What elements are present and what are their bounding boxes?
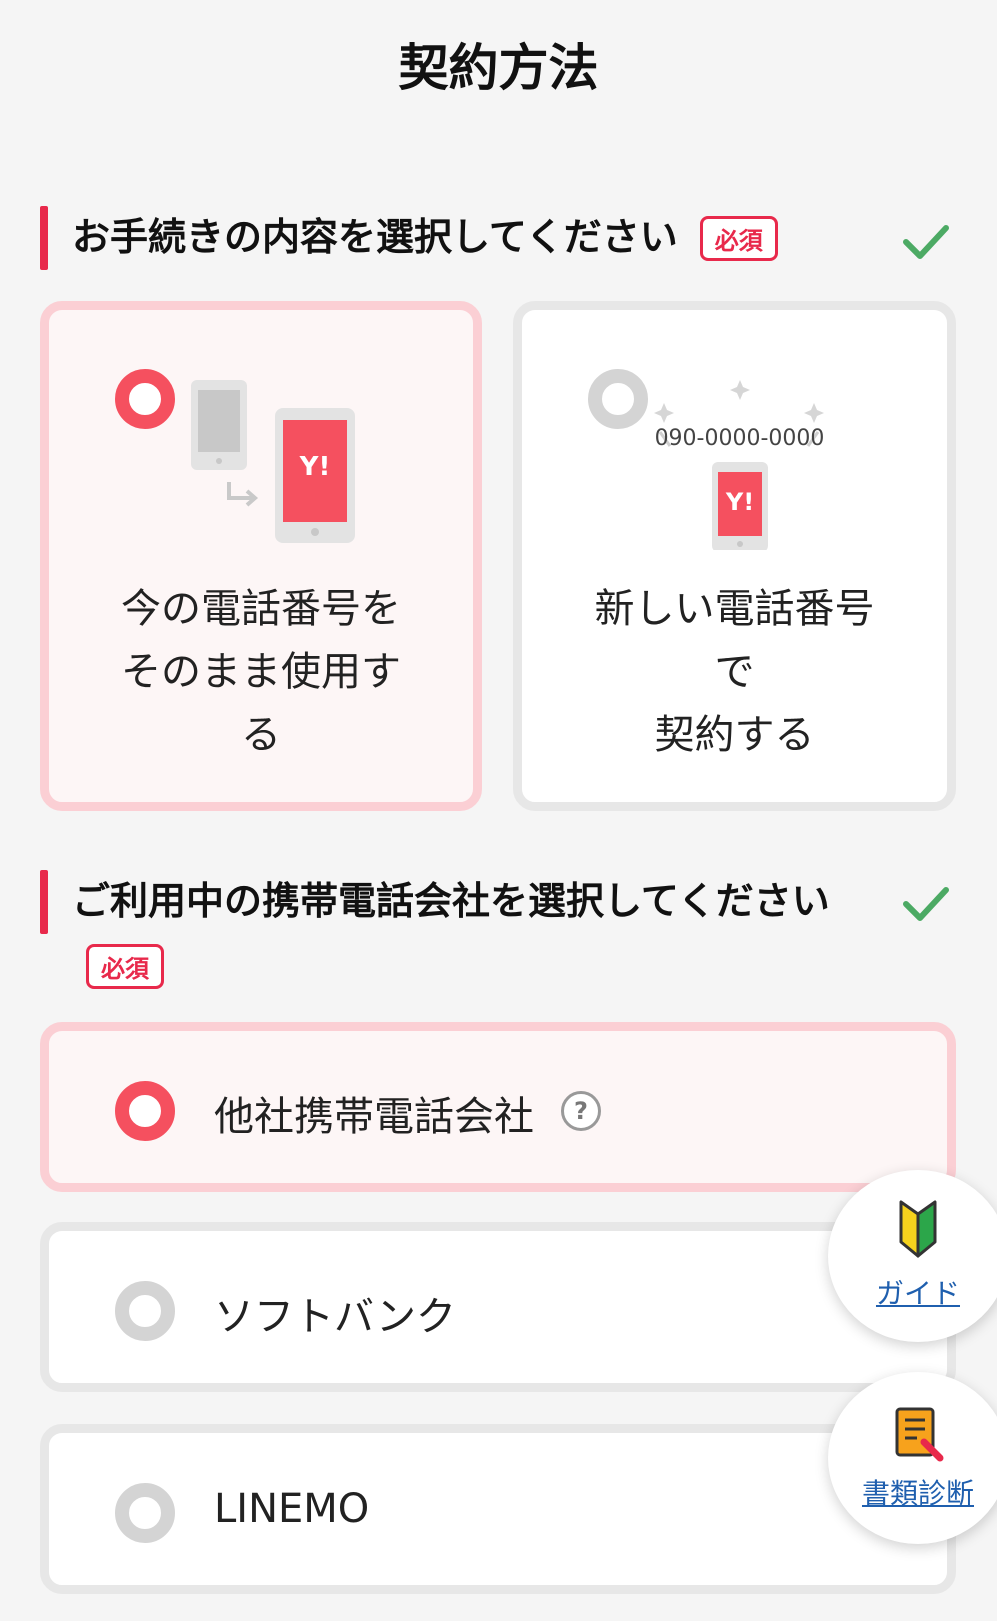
carrier-option-other[interactable]: 他社携帯電話会社 ? <box>40 1022 956 1192</box>
new-number-illustration <box>654 380 824 550</box>
carrier-option-linemo[interactable]: LINEMO <box>40 1424 956 1594</box>
section-header-procedure: お手続きの内容を選択してください 必須 <box>40 206 778 270</box>
document-check-label: 書類診断 <box>861 1477 974 1510</box>
section-title-carrier: ご利用中の携帯電話会社を選択してください <box>72 879 830 924</box>
option-new-number[interactable]: 090-0000-0000 Y! 新しい電話番号 で 契約する <box>513 301 956 811</box>
phone-number-sample: 090-0000-0000 <box>654 426 825 451</box>
option-keep-number[interactable]: Y! 今の電話番号を そのまま使用す る <box>40 301 482 811</box>
beginner-mark-icon <box>899 1200 937 1258</box>
section-title-procedure: お手続きの内容を選択してください <box>72 215 678 260</box>
radio-unselected[interactable] <box>588 369 648 429</box>
radio-selected[interactable] <box>115 1081 175 1141</box>
radio-unselected[interactable] <box>115 1483 175 1543</box>
check-icon <box>903 887 949 921</box>
required-badge: 必須 <box>86 944 164 989</box>
carrier-label: ソフトバンク <box>214 1294 456 1340</box>
option-label: 新しい電話番号 で 契約する <box>594 586 875 758</box>
radio-selected[interactable] <box>115 369 175 429</box>
guide-label: ガイド <box>875 1277 960 1310</box>
carrier-option-softbank[interactable]: ソフトバンク <box>40 1222 956 1392</box>
option-label: 今の電話番号を そのまま使用す る <box>121 586 401 758</box>
section-accent-bar <box>40 206 48 270</box>
guide-button[interactable]: ガイド <box>828 1170 997 1342</box>
document-check-button[interactable]: 書類診断 <box>828 1372 997 1544</box>
page-title: 契約方法 <box>398 39 599 97</box>
check-icon <box>903 225 949 259</box>
carrier-label: LINEMO <box>214 1486 370 1532</box>
phone-logo: Y! <box>725 488 755 516</box>
radio-unselected[interactable] <box>115 1281 175 1341</box>
document-check-icon <box>895 1407 944 1462</box>
phone-logo: Y! <box>299 452 331 482</box>
required-badge: 必須 <box>699 215 778 261</box>
help-icon[interactable]: ? <box>561 1091 601 1131</box>
section-accent-bar <box>40 870 48 934</box>
section-header-carrier: ご利用中の携帯電話会社を選択してください 必須 <box>40 870 848 989</box>
carrier-label: 他社携帯電話会社 <box>214 1094 534 1140</box>
